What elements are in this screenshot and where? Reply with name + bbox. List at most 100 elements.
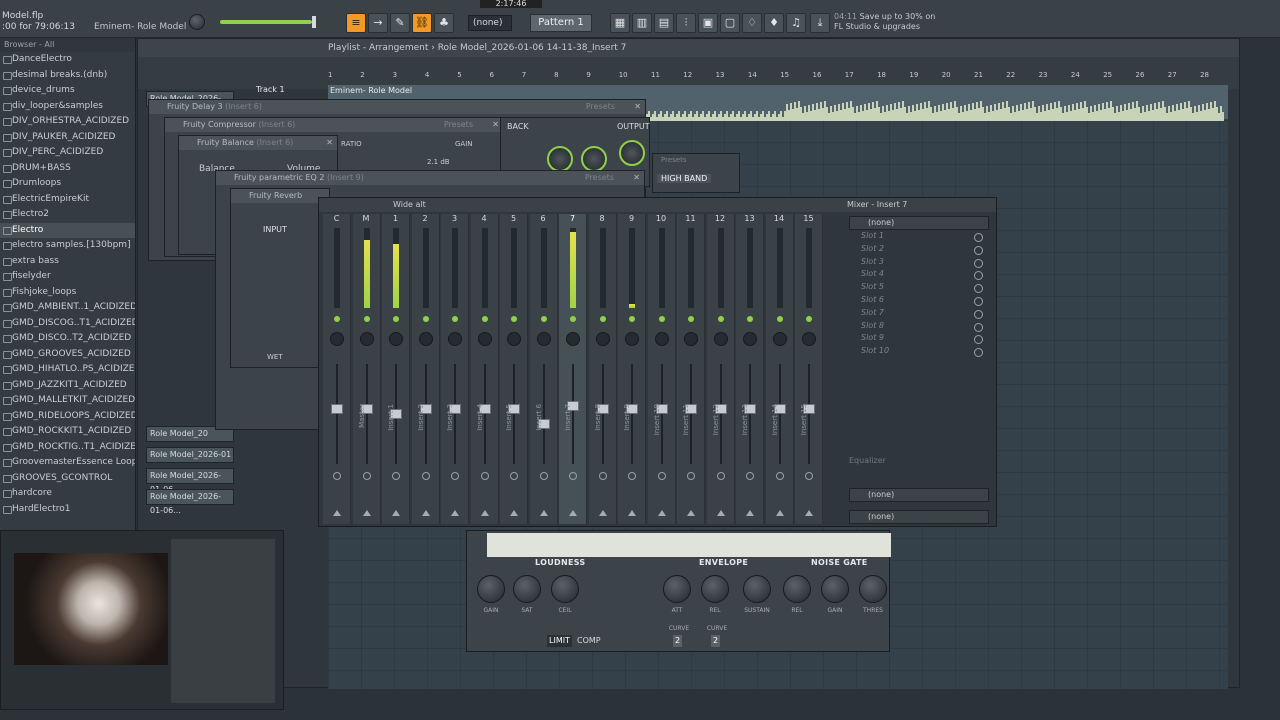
link-icon[interactable]: ⛓	[412, 13, 432, 33]
close-icon[interactable]: ✕	[492, 118, 499, 132]
comp-tab[interactable]: COMP	[575, 635, 603, 647]
route-arrow-icon[interactable]	[539, 510, 548, 516]
browser-folder-item[interactable]: fiselyder	[0, 269, 135, 285]
timeline-ruler[interactable]: 1 2 3 4 5 6 7 8 9 10 11 12 13 14 15 16 17 18 19 20 21 22 23 24 2…	[328, 71, 1228, 83]
browser-folder-item[interactable]: Fishjoke_loops	[0, 285, 135, 301]
effect-slot[interactable]: Slot 2	[849, 243, 995, 256]
route-arrow-icon[interactable]	[510, 510, 518, 516]
route-arrow-icon[interactable]	[716, 510, 725, 516]
browser-folder-item[interactable]: GROOVES_GCONTROL	[0, 471, 135, 487]
close-icon[interactable]: ✕	[326, 136, 333, 150]
filter-knob[interactable]	[547, 146, 573, 172]
browser-folder-item[interactable]: HardElectro1	[0, 502, 135, 518]
limiter-knob[interactable]	[783, 575, 811, 603]
strip-name[interactable]: Insert 1	[387, 404, 395, 431]
send-knob[interactable]	[510, 472, 518, 480]
fruity-balance-titlebar[interactable]: Fruity Balance (Insert 6) ✕	[179, 136, 337, 150]
pan-knob[interactable]	[654, 332, 669, 346]
browser-folder-item[interactable]: Drumloops	[0, 176, 135, 192]
mute-led[interactable]	[540, 316, 547, 322]
limiter-knob[interactable]	[743, 575, 771, 603]
master-volume-slider[interactable]	[220, 16, 316, 28]
mixer-strip[interactable]: C	[323, 214, 351, 524]
route-arrow-icon[interactable]	[687, 510, 695, 516]
effect-slot[interactable]: Slot 5	[849, 281, 995, 294]
pan-knob[interactable]	[507, 332, 521, 346]
mixer-strip[interactable]: 7 Insert 7	[559, 214, 587, 524]
mute-led[interactable]	[776, 316, 783, 322]
route-arrow-icon[interactable]	[421, 510, 430, 516]
fruity-eq-titlebar[interactable]: Fruity parametric EQ 2 (Insert 9) Preset…	[216, 171, 644, 185]
route-arrow-icon[interactable]	[451, 510, 459, 516]
mute-led[interactable]	[806, 316, 812, 322]
mixer-strip[interactable]: 4 Insert 4	[470, 214, 499, 524]
piano-roll-icon[interactable]: ▤	[654, 13, 674, 33]
send-knob[interactable]	[657, 472, 666, 480]
limiter-knob[interactable]	[859, 575, 887, 603]
fruity-delay-presets[interactable]: Presets	[586, 100, 615, 114]
promo-banner[interactable]: 04:11 Save up to 30% on FL Studio & upgr…	[834, 12, 944, 32]
route-arrow-icon[interactable]	[362, 510, 371, 516]
master-volume-thumb[interactable]	[312, 16, 316, 28]
mute-led[interactable]	[334, 316, 340, 322]
send-knob[interactable]	[362, 472, 371, 480]
browser-folder-item[interactable]: GMD_RIDELOOPS_ACIDIZED	[0, 409, 135, 425]
output-select-a[interactable]: (none)	[849, 488, 989, 502]
pan-knob[interactable]	[713, 332, 728, 346]
browser-folder-item[interactable]: GMD_ROCKKIT1_ACIDIZED	[0, 424, 135, 440]
strip-name[interactable]: Insert 2	[417, 404, 425, 431]
browser-folder-item[interactable]: Electro	[0, 222, 135, 238]
pattern-select[interactable]: Pattern 1	[530, 14, 592, 32]
strip-name[interactable]: Insert 4	[476, 404, 484, 431]
mute-led[interactable]	[747, 316, 753, 322]
strip-name[interactable]: Insert 10	[653, 404, 661, 435]
browser-folder-item[interactable]: DanceElectro	[0, 52, 135, 68]
browser-folder-item[interactable]: device_drums	[0, 83, 135, 99]
mixer-icon[interactable]: ⫶	[676, 13, 696, 33]
mute-led[interactable]	[599, 316, 606, 322]
send-knob[interactable]	[480, 472, 489, 480]
channel-rack-icon[interactable]: ▥	[632, 13, 652, 33]
mute-led[interactable]	[511, 316, 517, 322]
limiter-knob[interactable]	[551, 575, 579, 603]
browser-icon[interactable]: ▣	[698, 13, 718, 33]
route-arrow-icon[interactable]	[805, 510, 813, 516]
output-knob[interactable]	[619, 140, 645, 166]
mute-led[interactable]	[717, 316, 724, 322]
browser-folder-item[interactable]: GMD_AMBIENT..1_ACIDIZED	[0, 300, 135, 316]
browser-folder-item[interactable]: GMD_DISCOG..T1_ACIDIZED	[0, 316, 135, 332]
playlist-clip[interactable]: Role Model_2026-01-06...	[146, 468, 234, 494]
filter-knob-2[interactable]	[581, 146, 607, 172]
pan-knob[interactable]	[536, 332, 551, 346]
fruity-eq-presets[interactable]: Presets	[585, 171, 614, 185]
mixer-strip[interactable]: 8 Insert 8	[588, 214, 617, 524]
mic-icon[interactable]: ♦	[764, 13, 784, 33]
plugin-icon[interactable]: ♢	[742, 13, 762, 33]
snap-select[interactable]: (none)	[468, 15, 512, 31]
send-knob[interactable]	[598, 472, 607, 480]
pan-knob[interactable]	[389, 332, 403, 346]
route-arrow-icon[interactable]	[569, 510, 577, 516]
limiter-knob[interactable]	[701, 575, 729, 603]
mixer-strip[interactable]: 1 Insert 1	[382, 214, 410, 524]
browser-folder-item[interactable]: ElectricEmpireKit	[0, 192, 135, 208]
limiter-knob[interactable]	[513, 575, 541, 603]
mute-led[interactable]	[422, 316, 429, 322]
pan-knob[interactable]	[566, 332, 580, 346]
track-1-name[interactable]: Track 1	[256, 85, 285, 94]
pan-knob[interactable]	[772, 332, 787, 346]
volume-fader[interactable]	[331, 404, 343, 414]
strip-name[interactable]: Insert 8	[594, 404, 602, 431]
fruity-compressor-titlebar[interactable]: Fruity Compressor (Insert 6) Presets ✕	[165, 118, 503, 132]
pan-knob[interactable]	[684, 332, 698, 346]
limiter-knob[interactable]	[821, 575, 849, 603]
route-arrow-icon[interactable]	[480, 510, 489, 516]
route-arrow-icon[interactable]	[628, 510, 636, 516]
pan-knob[interactable]	[477, 332, 492, 346]
send-knob[interactable]	[628, 472, 636, 480]
route-arrow-icon[interactable]	[392, 510, 400, 516]
mute-led[interactable]	[363, 316, 370, 322]
browser-folder-item[interactable]: electro samples.[130bpm]	[0, 238, 135, 254]
strip-name[interactable]: Insert 6	[535, 404, 543, 431]
route-arrow-icon[interactable]	[657, 510, 666, 516]
